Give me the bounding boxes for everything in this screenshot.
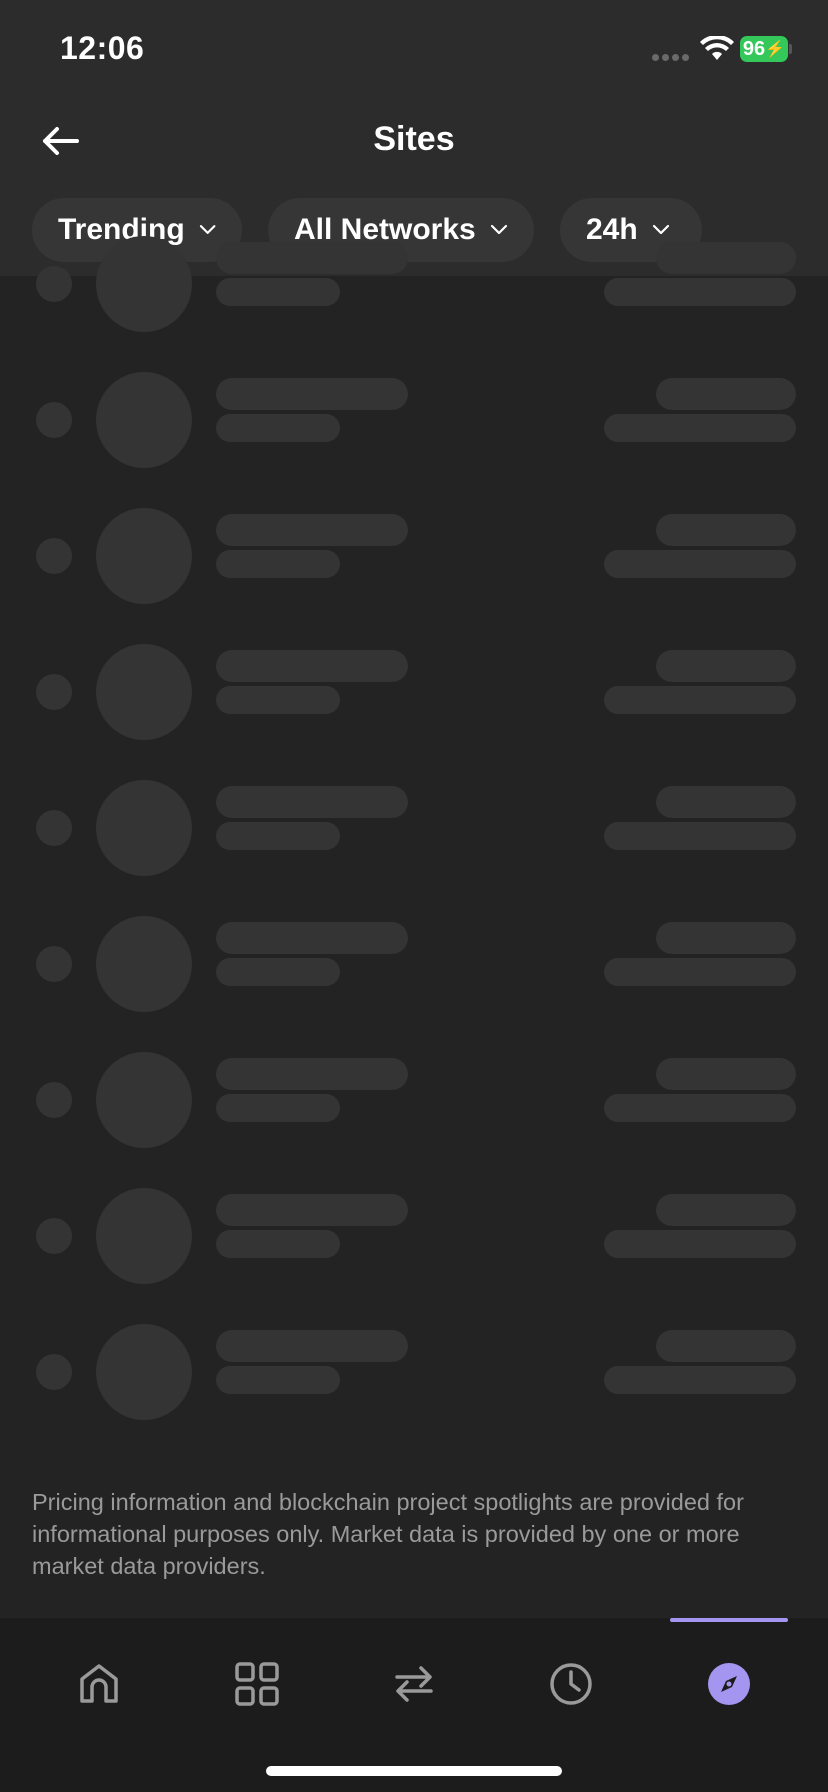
tab-explore[interactable] xyxy=(697,1652,761,1716)
skeleton-rank xyxy=(36,1082,72,1118)
skeleton-change xyxy=(604,414,796,442)
skeleton-row xyxy=(0,1318,828,1454)
home-icon xyxy=(80,1664,118,1703)
skeleton-logo xyxy=(96,236,192,332)
skeleton-subtitle xyxy=(216,550,340,578)
skeleton-logo xyxy=(96,916,192,1012)
skeleton-change xyxy=(604,958,796,986)
skeleton-logo xyxy=(96,508,192,604)
skeleton-row xyxy=(0,1046,828,1182)
skeleton-change xyxy=(604,1366,796,1394)
cellular-signal-icon xyxy=(652,54,690,62)
skeleton-title xyxy=(216,922,408,954)
skeleton-logo xyxy=(96,780,192,876)
tab-dapps[interactable] xyxy=(225,1652,289,1716)
skeleton-title xyxy=(216,1330,408,1362)
skeleton-title xyxy=(216,786,408,818)
skeleton-value xyxy=(656,242,796,274)
skeleton-value xyxy=(656,1330,796,1362)
skeleton-subtitle xyxy=(216,1230,340,1258)
status-bar: 12:06 96 ⚡ xyxy=(0,0,828,96)
skeleton-value xyxy=(656,1194,796,1226)
wifi-icon xyxy=(700,36,734,60)
skeleton-subtitle xyxy=(216,1094,340,1122)
compass-icon xyxy=(708,1663,750,1705)
skeleton-value xyxy=(656,1058,796,1090)
skeleton-logo xyxy=(96,1188,192,1284)
skeleton-rank xyxy=(36,810,72,846)
skeleton-row xyxy=(0,774,828,910)
skeleton-value xyxy=(656,650,796,682)
battery-icon: 96 ⚡ xyxy=(740,36,788,62)
skeleton-row xyxy=(0,230,828,366)
skeleton-rank xyxy=(36,1218,72,1254)
skeleton-rank xyxy=(36,538,72,574)
skeleton-value xyxy=(656,378,796,410)
skeleton-rank xyxy=(36,266,72,302)
skeleton-title xyxy=(216,378,408,410)
sites-list-loading xyxy=(0,236,828,1500)
grid-icon xyxy=(235,1662,279,1706)
skeleton-logo xyxy=(96,644,192,740)
skeleton-title xyxy=(216,650,408,682)
skeleton-change xyxy=(604,1230,796,1258)
skeleton-rank xyxy=(36,946,72,982)
page-title: Sites xyxy=(373,120,455,158)
tab-home[interactable] xyxy=(67,1652,131,1716)
skeleton-change xyxy=(604,822,796,850)
active-tab-indicator xyxy=(670,1618,788,1622)
skeleton-subtitle xyxy=(216,414,340,442)
skeleton-title xyxy=(216,514,408,546)
skeleton-row xyxy=(0,502,828,638)
skeleton-rank xyxy=(36,402,72,438)
clock-icon xyxy=(550,1663,592,1705)
skeleton-row xyxy=(0,638,828,774)
skeleton-subtitle xyxy=(216,822,340,850)
disclaimer-text: Pricing information and blockchain proje… xyxy=(32,1489,744,1579)
skeleton-subtitle xyxy=(216,278,340,306)
skeleton-value xyxy=(656,514,796,546)
skeleton-row xyxy=(0,910,828,1046)
skeleton-rank xyxy=(36,674,72,710)
battery-level: 96 xyxy=(742,37,766,60)
charging-bolt-icon: ⚡ xyxy=(765,41,786,58)
skeleton-rank xyxy=(36,1354,72,1390)
skeleton-subtitle xyxy=(216,1366,340,1394)
skeleton-logo xyxy=(96,372,192,468)
skeleton-change xyxy=(604,686,796,714)
skeleton-title xyxy=(216,1058,408,1090)
skeleton-row xyxy=(0,366,828,502)
skeleton-title xyxy=(216,242,408,274)
battery-cap xyxy=(789,44,792,54)
skeleton-row xyxy=(0,1182,828,1318)
tab-activity[interactable] xyxy=(539,1652,603,1716)
swap-icon xyxy=(395,1666,433,1702)
tab-swap[interactable] xyxy=(382,1652,446,1716)
status-time: 12:06 xyxy=(60,30,145,66)
skeleton-change xyxy=(604,550,796,578)
skeleton-logo xyxy=(96,1052,192,1148)
skeleton-subtitle xyxy=(216,686,340,714)
skeleton-logo xyxy=(96,1324,192,1420)
home-indicator xyxy=(266,1766,562,1776)
skeleton-change xyxy=(604,1094,796,1122)
skeleton-title xyxy=(216,1194,408,1226)
skeleton-value xyxy=(656,922,796,954)
skeleton-change xyxy=(604,278,796,306)
skeleton-subtitle xyxy=(216,958,340,986)
skeleton-value xyxy=(656,786,796,818)
